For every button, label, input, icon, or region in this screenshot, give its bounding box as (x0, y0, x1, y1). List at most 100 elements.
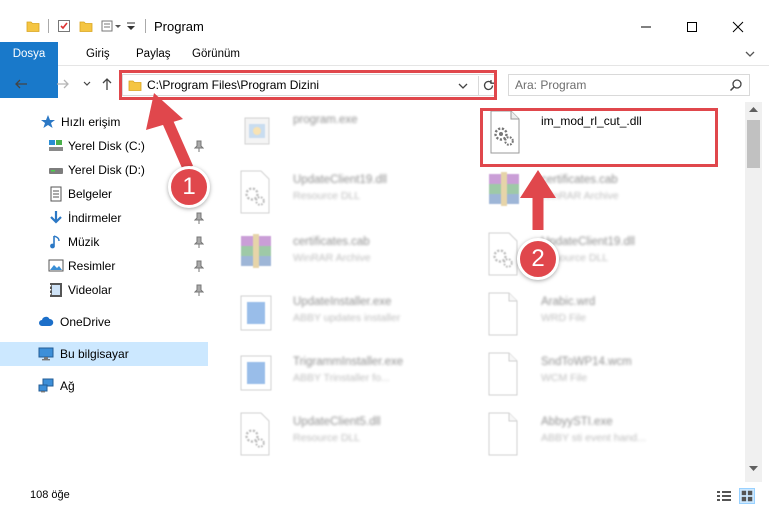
quick-access-toolbar (26, 17, 146, 35)
blank-file-icon (488, 292, 518, 336)
file-type: ABBY sti event hand... (541, 432, 646, 444)
pin-icon[interactable] (194, 236, 204, 248)
file-name: program.exe (293, 114, 358, 126)
expand-ribbon-icon[interactable] (741, 46, 759, 62)
star-icon (41, 115, 55, 128)
search-icon[interactable] (729, 78, 743, 92)
address-bar-highlight (119, 70, 497, 100)
chevron-down-icon[interactable] (125, 19, 137, 33)
tab-home[interactable]: Giriş (86, 42, 110, 66)
forward-button[interactable] (54, 75, 72, 93)
file-name: SndToWP14.wcm (541, 356, 632, 368)
file-item[interactable]: TrigrammInstaller.exe ABBY Trinstaller f… (235, 350, 475, 406)
tab-share[interactable]: Paylaş (136, 42, 171, 66)
file-type: WinRAR Archive (293, 252, 371, 264)
sidebar-item-label: Ağ (60, 379, 75, 393)
search-box[interactable] (508, 74, 750, 96)
sidebar-item-label: Resimler (68, 259, 116, 273)
drive-icon (49, 140, 63, 151)
title-bar: Program (0, 0, 769, 42)
large-icons-view-icon[interactable] (739, 488, 755, 504)
file-item[interactable]: UpdateClient5.dll Resource DLL (235, 410, 475, 466)
installer-icon (240, 355, 272, 391)
folder-icon (26, 21, 40, 32)
sidebar-item-this-pc[interactable]: Bu bilgisayar (0, 342, 208, 366)
tab-view[interactable]: Görünüm (192, 42, 240, 66)
new-folder-icon[interactable] (79, 19, 93, 33)
pin-icon[interactable] (194, 212, 204, 224)
file-type: Resource DLL (293, 190, 361, 202)
maximize-button[interactable] (669, 12, 715, 42)
arrow-left-icon (15, 79, 27, 89)
properties-icon[interactable] (57, 19, 71, 33)
file-name: Arabic.wrd (541, 296, 596, 308)
file-name: UpdateInstaller.exe (293, 296, 392, 308)
search-input[interactable] (515, 77, 715, 93)
music-icon (50, 235, 60, 249)
sidebar-item-label: Müzik (68, 235, 100, 249)
step-callout-1: 1 (168, 166, 210, 208)
file-name: TrigrammInstaller.exe (293, 356, 404, 368)
vertical-scrollbar[interactable] (745, 102, 762, 482)
scroll-down-icon[interactable] (749, 466, 758, 472)
sidebar-item-quick-access[interactable]: Hızlı erişim (0, 110, 208, 134)
scroll-up-icon[interactable] (749, 106, 758, 112)
winrar-icon (241, 234, 271, 268)
sidebar-item-label: Videolar (68, 283, 112, 297)
scroll-thumb[interactable] (747, 120, 760, 168)
sidebar-item-network[interactable]: Ağ (0, 374, 208, 398)
sidebar-item-drive-c[interactable]: Yerel Disk (C:) (0, 134, 208, 158)
sidebar-item-music[interactable]: Müzik (0, 230, 208, 254)
status-bar: 108 öğe (0, 486, 769, 506)
file-item[interactable]: program.exe (235, 108, 475, 164)
minimize-icon (641, 26, 651, 28)
pin-icon[interactable] (194, 260, 204, 272)
file-item[interactable]: certificates.cab WinRAR Archive (235, 230, 475, 286)
sidebar-item-pictures[interactable]: Resimler (0, 254, 208, 278)
file-type: Resource DLL (293, 432, 361, 444)
winrar-icon (489, 172, 519, 206)
window-title: Program (154, 19, 204, 34)
close-icon (732, 21, 744, 33)
minimize-button[interactable] (623, 12, 669, 42)
pin-icon[interactable] (194, 140, 204, 152)
file-item[interactable]: UpdateInstaller.exe ABBY updates install… (235, 290, 475, 346)
item-count: 108 öğe (30, 489, 70, 501)
recent-locations-button[interactable] (78, 75, 96, 93)
file-type: WRD File (541, 312, 586, 324)
arrow-right-icon (57, 79, 69, 89)
sidebar-item-label: Hızlı erişim (61, 115, 121, 129)
cloud-icon (39, 316, 54, 326)
download-icon (50, 211, 62, 224)
sidebar-item-label: Yerel Disk (C:) (68, 139, 145, 153)
pin-icon[interactable] (194, 284, 204, 296)
sidebar-item-label: Belgeler (68, 187, 113, 201)
file-item[interactable]: Arabic.wrd WRD File (483, 290, 723, 346)
sidebar-item-label: OneDrive (60, 315, 111, 329)
file-item[interactable]: UpdateClient19.dll Resource DLL (235, 168, 475, 224)
qa-divider (48, 19, 49, 33)
file-item[interactable]: SndToWP14.wcm WCM File (483, 350, 723, 406)
file-item[interactable]: AbbyySTI.exe ABBY sti event hand... (483, 410, 723, 466)
file-item[interactable]: certificates.cab WinRAR Archive (483, 168, 723, 224)
details-view-icon[interactable] (716, 488, 732, 504)
file-name: AbbyySTI.exe (541, 416, 613, 428)
sidebar-item-downloads[interactable]: İndirmeler (0, 206, 208, 230)
up-button[interactable] (98, 75, 116, 93)
sidebar-item-videos[interactable]: Videolar (0, 278, 208, 302)
maximize-icon (687, 22, 697, 32)
file-name: certificates.cab (293, 236, 370, 248)
file-name: UpdateClient5.dll (293, 416, 381, 428)
dll-gear-icon (240, 170, 270, 214)
back-button[interactable] (12, 75, 30, 93)
navigation-pane: Hızlı erişim Yerel Disk (C:) Yerel Disk … (0, 106, 210, 486)
network-icon (38, 378, 54, 393)
file-name: certificates.cab (541, 174, 618, 186)
dll-gear-icon (240, 412, 270, 456)
sidebar-item-label: Yerel Disk (D:) (68, 163, 145, 177)
customize-toolbar-icon[interactable] (101, 19, 123, 33)
file-type: WinRAR Archive (541, 190, 619, 202)
file-type: ABBY updates installer (293, 312, 401, 324)
sidebar-item-onedrive[interactable]: OneDrive (0, 310, 208, 334)
close-button[interactable] (715, 12, 761, 42)
